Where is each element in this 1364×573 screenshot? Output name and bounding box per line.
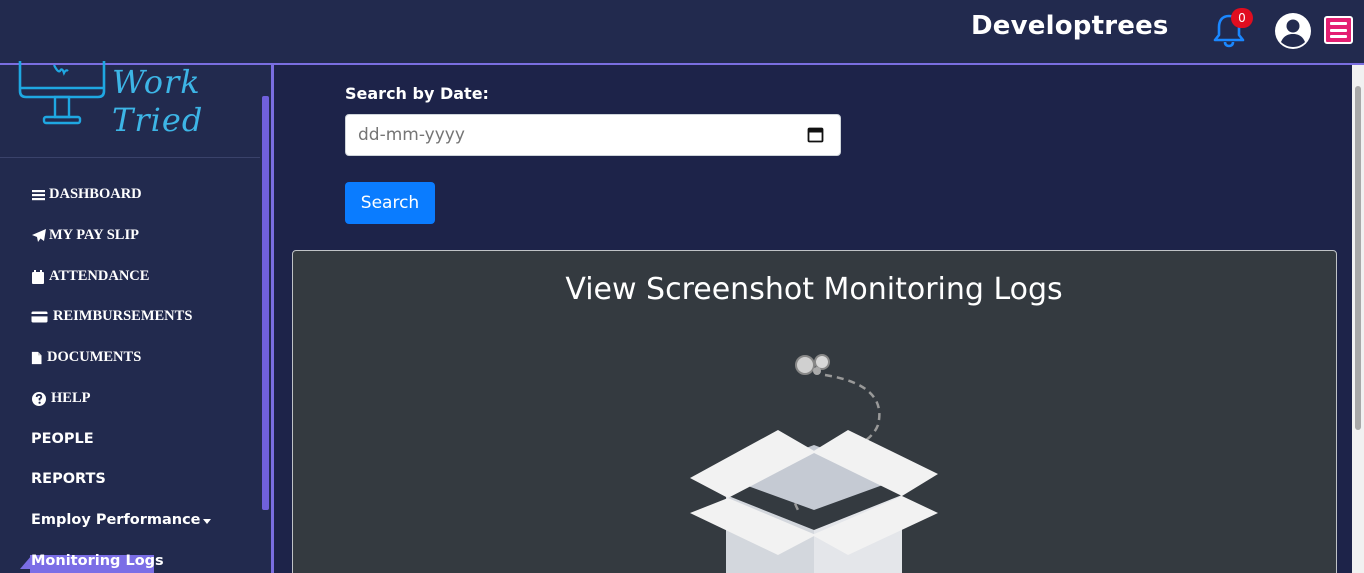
sidebar-item-label: DASHBOARD (49, 186, 142, 202)
menu-line (1330, 22, 1347, 25)
search-button[interactable]: Search (345, 182, 435, 224)
hamburger-menu-button[interactable] (1324, 16, 1353, 44)
menu-line (1330, 35, 1347, 38)
search-date-label: Search by Date: (345, 84, 489, 103)
sidebar-item-label: REPORTS (31, 471, 106, 487)
notification-badge: 0 (1231, 8, 1253, 28)
sidebar-item-label: REIMBURSEMENTS (53, 308, 193, 324)
sidebar-item-my-pay-slip[interactable]: MY PAY SLIP (31, 227, 139, 244)
sidebar-item-label: DOCUMENTS (47, 349, 142, 365)
user-circle-icon[interactable] (1274, 12, 1312, 50)
date-input[interactable] (345, 114, 841, 156)
sidebar-item-monitoring-logs[interactable]: Monitoring Logs (31, 553, 164, 569)
menu-line (1330, 28, 1347, 32)
sidebar-item-people[interactable]: PEOPLE (31, 431, 94, 447)
sidebar-item-reimbursements[interactable]: REIMBURSEMENTS (31, 308, 192, 325)
sidebar-item-help[interactable]: HELP (31, 390, 90, 407)
main-scrollbar-thumb[interactable] (1355, 86, 1361, 430)
company-name: Developtrees (971, 11, 1169, 41)
sidebar-item-employ-performance[interactable]: Employ Performance (31, 512, 211, 528)
question-circle-icon (32, 391, 46, 406)
caret-down-icon (202, 518, 211, 524)
sidebar-item-label: HELP (51, 390, 91, 406)
logo-text: Work Tried (112, 63, 204, 139)
sidebar-item-label: MY PAY SLIP (49, 227, 139, 243)
sidebar-item-label: Monitoring Logs (31, 553, 164, 569)
credit-card-icon (31, 311, 48, 322)
sidebar-item-label: PEOPLE (31, 431, 94, 447)
empty-box-illustration (690, 354, 938, 573)
paper-plane-icon (32, 228, 46, 242)
sidebar-item-reports[interactable]: REPORTS (31, 471, 106, 487)
sidebar-divider (0, 157, 260, 158)
calendar-picker-icon[interactable] (807, 126, 824, 143)
sidebar-item-label: Employ Performance (31, 512, 201, 528)
sidebar-item-dashboard[interactable]: DASHBOARD (31, 186, 142, 203)
bars-icon (32, 189, 45, 200)
panel-title: View Screenshot Monitoring Logs (565, 272, 1063, 307)
sidebar-item-documents[interactable]: DOCUMENTS (31, 349, 141, 366)
file-icon (31, 351, 42, 364)
